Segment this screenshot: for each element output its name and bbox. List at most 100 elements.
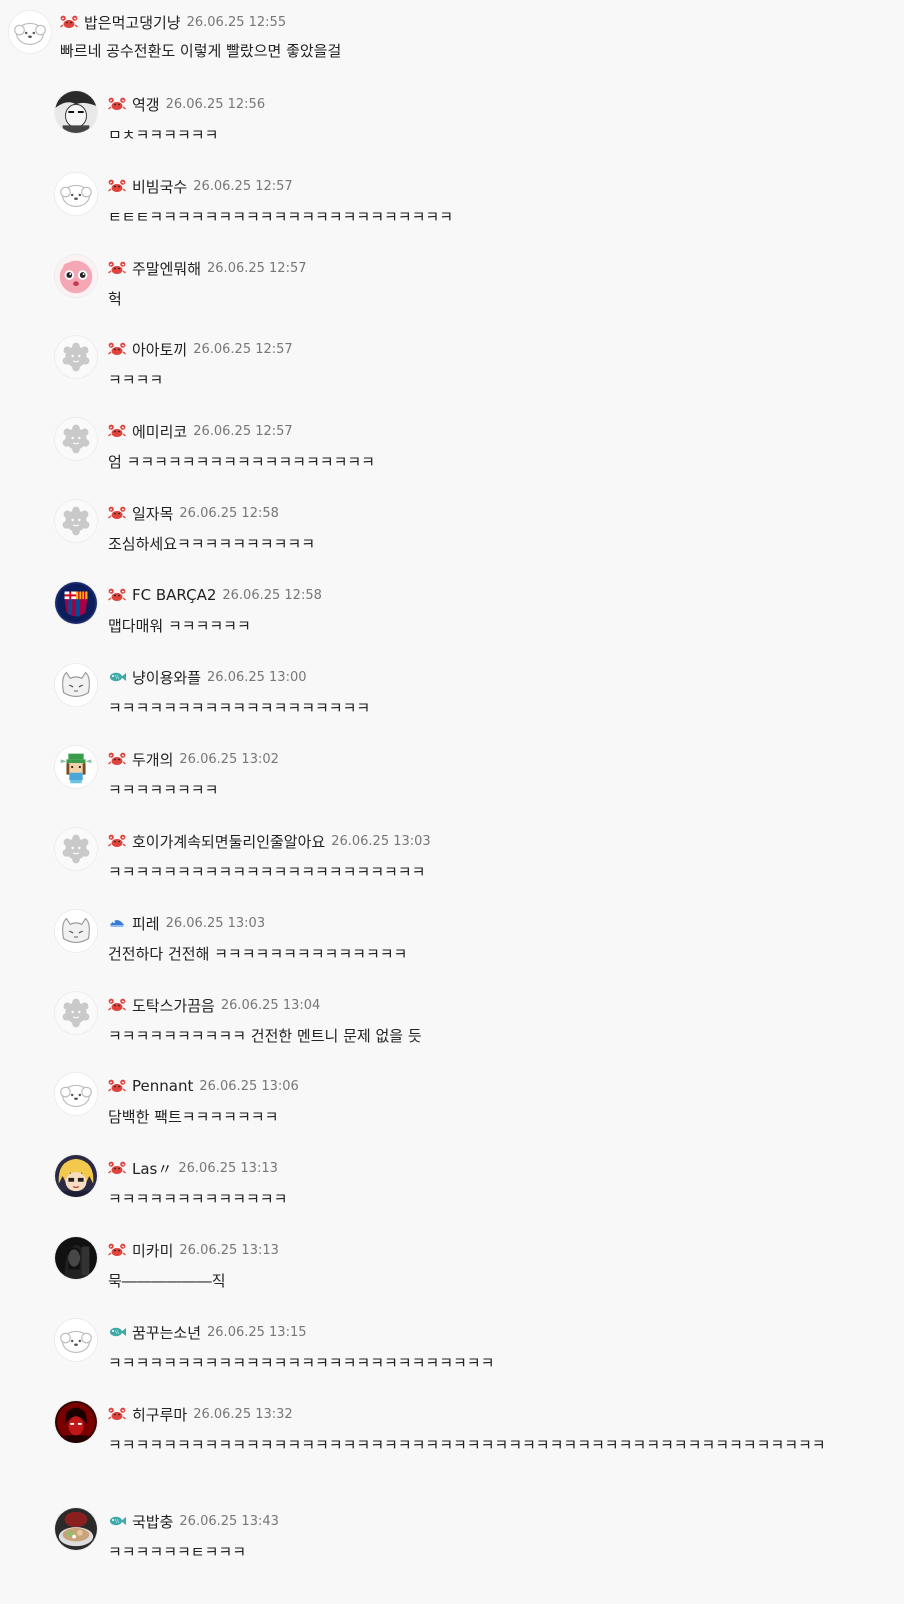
comment-header: 비빔국수 26.06.25 12:57 xyxy=(108,176,293,196)
comment-header: 꿈꾸는소년 26.06.25 13:15 xyxy=(108,1322,307,1342)
comment-text: 묵――――――직 xyxy=(108,1272,226,1290)
crab-icon xyxy=(108,997,126,1013)
username[interactable]: 피레 xyxy=(132,913,160,934)
comment-timestamp: 26.06.25 13:04 xyxy=(220,997,321,1013)
username[interactable]: 역갱 xyxy=(132,94,160,115)
user-avatar[interactable] xyxy=(54,1400,98,1444)
username[interactable]: 냥이용와플 xyxy=(132,667,201,688)
comment-timestamp: 26.06.25 13:00 xyxy=(207,669,307,685)
comment-text: ㅋㅋㅋㅋㅋㅋㅋㅋㅋㅋ 건전한 멘트니 문제 없을 듯 xyxy=(108,1027,422,1045)
crab-icon xyxy=(108,341,126,357)
username[interactable]: 비빔국수 xyxy=(132,176,187,197)
user-avatar[interactable] xyxy=(54,1507,98,1551)
reply-item: Pennant 26.06.25 13:06 담백한 팩트ㅋㅋㅋㅋㅋㅋㅋ xyxy=(0,1072,904,1148)
username[interactable]: 히구루마 xyxy=(132,1404,187,1425)
comment-header: 두개의 26.06.25 13:02 xyxy=(108,749,279,769)
comment-header: 국밥충 26.06.25 13:43 xyxy=(108,1511,279,1531)
user-avatar[interactable] xyxy=(54,335,98,379)
crab-icon xyxy=(108,178,126,194)
user-avatar[interactable] xyxy=(54,827,98,871)
fish-icon xyxy=(108,1324,126,1340)
comment-text: 맵다매워 ㅋㅋㅋㅋㅋㅋ xyxy=(108,617,251,635)
crab-icon xyxy=(108,1078,126,1094)
user-avatar[interactable] xyxy=(54,663,98,707)
comment-header: 에미리코 26.06.25 12:57 xyxy=(108,421,293,441)
fish-icon xyxy=(108,1513,126,1529)
user-avatar[interactable] xyxy=(54,1154,98,1198)
user-avatar[interactable] xyxy=(54,1072,98,1116)
reply-item: 도탁스가끔음 26.06.25 13:04 ㅋㅋㅋㅋㅋㅋㅋㅋㅋㅋ 건전한 멘트니 문… xyxy=(0,991,904,1067)
reply-item: 두개의 26.06.25 13:02 ㅋㅋㅋㅋㅋㅋㅋㅋ xyxy=(0,745,904,821)
username[interactable]: 국밥충 xyxy=(132,1511,173,1532)
crab-icon xyxy=(108,1242,126,1258)
comment-timestamp: 26.06.25 12:55 xyxy=(186,14,287,30)
crab-icon xyxy=(108,505,126,521)
comment-text: 엄 ㅋㅋㅋㅋㅋㅋㅋㅋㅋㅋㅋㅋㅋㅋㅋㅋㅋㅋ xyxy=(108,453,375,471)
comment-timestamp: 26.06.25 12:57 xyxy=(193,423,293,439)
crab-icon xyxy=(108,1160,126,1176)
comment-header: Pennant 26.06.25 13:06 xyxy=(108,1076,299,1096)
comment-text: ㅋㅋㅋㅋㅋㅋㅌㅋㅋㅋ xyxy=(108,1543,247,1561)
reply-item: 피레 26.06.25 13:03 건전하다 건전해 ㅋㅋㅋㅋㅋㅋㅋㅋㅋㅋㅋㅋㅋㅋ xyxy=(0,909,904,985)
crab-icon xyxy=(108,96,126,112)
comment-text: 헉 xyxy=(108,290,122,308)
username[interactable]: 주말엔뭐해 xyxy=(132,258,201,279)
reply-item: 꿈꾸는소년 26.06.25 13:15 ㅋㅋㅋㅋㅋㅋㅋㅋㅋㅋㅋㅋㅋㅋㅋㅋㅋㅋㅋㅋㅋ… xyxy=(0,1318,904,1394)
crab-icon xyxy=(60,14,78,30)
username[interactable]: 도탁스가끔음 xyxy=(132,995,215,1016)
reply-item: FC BARÇA2 26.06.25 12:58 맵다매워 ㅋㅋㅋㅋㅋㅋ xyxy=(0,581,904,657)
crab-icon xyxy=(108,1406,126,1422)
username[interactable]: 미카미 xyxy=(132,1240,173,1261)
reply-item: 에미리코 26.06.25 12:57 엄 ㅋㅋㅋㅋㅋㅋㅋㅋㅋㅋㅋㅋㅋㅋㅋㅋㅋㅋ xyxy=(0,417,904,493)
comment-header: 도탁스가끔음 26.06.25 13:04 xyxy=(108,995,320,1015)
username[interactable]: FC BARÇA2 xyxy=(132,586,216,604)
username[interactable]: 호이가계속되면둘리인줄알아요 xyxy=(132,831,325,852)
comment-text: ㅁㅊㅋㅋㅋㅋㅋㅋ xyxy=(108,126,219,144)
username[interactable]: 꿈꾸는소년 xyxy=(132,1322,201,1343)
user-avatar[interactable] xyxy=(54,581,98,625)
reply-item: 역갱 26.06.25 12:56 ㅁㅊㅋㅋㅋㅋㅋㅋ xyxy=(0,90,904,166)
comment-text: ㅌㅌㅌㅋㅋㅋㅋㅋㅋㅋㅋㅋㅋㅋㅋㅋㅋㅋㅋㅋㅋㅋㅋㅋㅋ xyxy=(108,208,454,226)
user-avatar[interactable] xyxy=(54,417,98,461)
username[interactable]: 밥은먹고댕기냥 xyxy=(84,12,181,33)
comment-header: 냥이용와플 26.06.25 13:00 xyxy=(108,667,307,687)
username[interactable]: Pennant xyxy=(132,1077,193,1095)
comment-header: 피레 26.06.25 13:03 xyxy=(108,913,265,933)
reply-item: Las〃 26.06.25 13:13 ㅋㅋㅋㅋㅋㅋㅋㅋㅋㅋㅋㅋㅋ xyxy=(0,1154,904,1230)
comment-text: 빠르네 공수전환도 이렇게 빨랐으면 좋았을걸 xyxy=(60,42,342,60)
comment-header: 호이가계속되면둘리인줄알아요 26.06.25 13:03 xyxy=(108,831,431,851)
user-avatar[interactable] xyxy=(54,254,98,298)
reply-item: 호이가계속되면둘리인줄알아요 26.06.25 13:03 ㅋㅋㅋㅋㅋㅋㅋㅋㅋㅋㅋㅋ… xyxy=(0,827,904,903)
comment-header: 미카미 26.06.25 13:13 xyxy=(108,1240,279,1260)
username[interactable]: 에미리코 xyxy=(132,421,187,442)
comment-header: 주말엔뭐해 26.06.25 12:57 xyxy=(108,258,307,278)
comment-timestamp: 26.06.25 12:58 xyxy=(222,587,322,603)
reply-item: 국밥충 26.06.25 13:43 ㅋㅋㅋㅋㅋㅋㅌㅋㅋㅋ xyxy=(0,1507,904,1583)
reply-item: 주말엔뭐해 26.06.25 12:57 헉 xyxy=(0,254,904,330)
user-avatar[interactable] xyxy=(54,499,98,543)
user-avatar[interactable] xyxy=(54,1318,98,1362)
user-avatar[interactable] xyxy=(54,909,98,953)
username[interactable]: 아아토끼 xyxy=(132,339,187,360)
comment-text: ㅋㅋㅋㅋㅋㅋㅋㅋㅋㅋㅋㅋㅋㅋㅋㅋㅋㅋㅋㅋㅋㅋㅋㅋㅋㅋㅋㅋㅋㅋㅋㅋㅋㅋㅋㅋㅋㅋㅋㅋ… xyxy=(108,1436,826,1454)
comment-header: 아아토끼 26.06.25 12:57 xyxy=(108,339,293,359)
username[interactable]: 두개의 xyxy=(132,749,173,770)
user-avatar[interactable] xyxy=(8,10,52,54)
comment-text: ㅋㅋㅋㅋㅋㅋㅋㅋㅋㅋㅋㅋㅋㅋㅋㅋㅋㅋㅋㅋㅋㅋㅋ xyxy=(108,863,426,881)
user-avatar[interactable] xyxy=(54,745,98,789)
fish-icon xyxy=(108,669,126,685)
reply-item: 미카미 26.06.25 13:13 묵――――――직 xyxy=(0,1236,904,1312)
comment-header: 역갱 26.06.25 12:56 xyxy=(108,94,265,114)
comment-timestamp: 26.06.25 13:43 xyxy=(179,1513,279,1529)
username[interactable]: 일자목 xyxy=(132,503,173,524)
comment-timestamp: 26.06.25 12:57 xyxy=(193,178,293,194)
comment-timestamp: 26.06.25 13:15 xyxy=(207,1324,307,1340)
user-avatar[interactable] xyxy=(54,991,98,1035)
user-avatar[interactable] xyxy=(54,1236,98,1280)
user-avatar[interactable] xyxy=(54,172,98,216)
username[interactable]: Las〃 xyxy=(132,1158,172,1179)
comment-header: 밥은먹고댕기냥 26.06.25 12:55 xyxy=(60,12,286,32)
reply-item: 일자목 26.06.25 12:58 조심하세요ㅋㅋㅋㅋㅋㅋㅋㅋㅋㅋ xyxy=(0,499,904,575)
crab-icon xyxy=(108,751,126,767)
user-avatar[interactable] xyxy=(54,90,98,134)
